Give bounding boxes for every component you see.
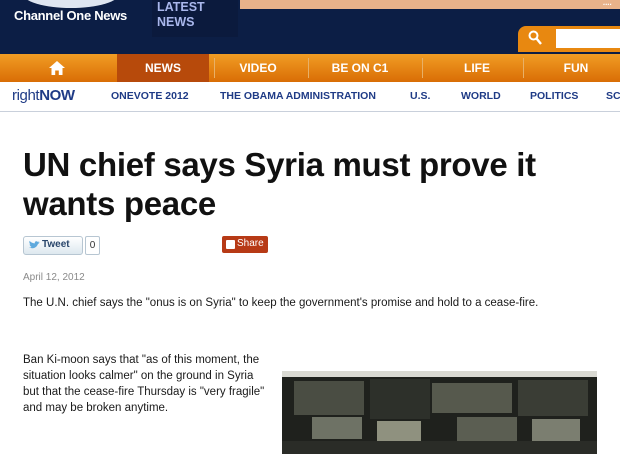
nav-divider <box>523 58 524 78</box>
article-paragraph: Ban Ki-moon says that "as of this moment… <box>23 354 265 414</box>
article-photo[interactable] <box>282 371 597 454</box>
nav-divider <box>422 58 423 78</box>
subnav-obama-administration[interactable]: THE OBAMA ADMINISTRATION <box>220 90 376 102</box>
brand-logo[interactable]: Channel One News <box>14 8 127 23</box>
subnav-sc[interactable]: SC <box>606 90 620 102</box>
search-bar <box>518 26 620 52</box>
nav-life[interactable]: LIFE <box>447 54 507 82</box>
main-nav: NEWS VIDEO BE ON C1 LIFE FUN <box>0 54 620 82</box>
article-lede: The U.N. chief says the "onus is on Syri… <box>23 297 539 309</box>
home-icon <box>49 61 65 75</box>
article-date: April 12, 2012 <box>23 272 85 283</box>
rightnow-logo[interactable]: rightNOW <box>12 87 75 104</box>
nav-video[interactable]: VIDEO <box>222 54 294 82</box>
top-banner[interactable]: .... <box>240 0 620 9</box>
tweet-button[interactable]: Tweet <box>23 236 83 255</box>
subnav-us[interactable]: U.S. <box>410 90 430 102</box>
share-icon <box>226 240 235 249</box>
subnav-onevote-2012[interactable]: ONEVOTE 2012 <box>111 90 189 102</box>
nav-home[interactable] <box>40 54 74 82</box>
nav-divider <box>308 58 309 78</box>
search-input[interactable] <box>556 29 620 48</box>
rightnow-suffix: NOW <box>39 87 75 104</box>
nav-fun[interactable]: FUN <box>545 54 607 82</box>
nav-be-on-c1[interactable]: BE ON C1 <box>321 54 399 82</box>
sub-nav: rightNOW ONEVOTE 2012 THE OBAMA ADMINIST… <box>0 82 620 112</box>
logo-swoosh <box>22 0 120 8</box>
latest-news-line1: LATEST <box>157 0 205 14</box>
photo-scene <box>282 371 597 454</box>
tweet-count: 0 <box>85 236 100 255</box>
twitter-bird-icon <box>29 240 40 249</box>
site-header: Channel One News LATEST NEWS .... <box>0 0 620 54</box>
banner-text: .... <box>603 0 612 7</box>
latest-news-line2: NEWS <box>157 15 195 29</box>
subnav-politics[interactable]: POLITICS <box>530 90 578 102</box>
rightnow-prefix: right <box>12 87 40 104</box>
latest-news-badge[interactable]: LATEST NEWS <box>152 0 238 37</box>
search-icon[interactable] <box>528 30 542 46</box>
nav-divider <box>214 58 215 78</box>
share-label: Share <box>237 238 264 249</box>
tweet-label: Tweet <box>42 239 70 250</box>
article-headline: UN chief says Syria must prove it wants … <box>23 146 536 222</box>
share-button[interactable]: Share <box>222 236 268 253</box>
subnav-world[interactable]: WORLD <box>461 90 501 102</box>
nav-news[interactable]: NEWS <box>117 54 209 82</box>
